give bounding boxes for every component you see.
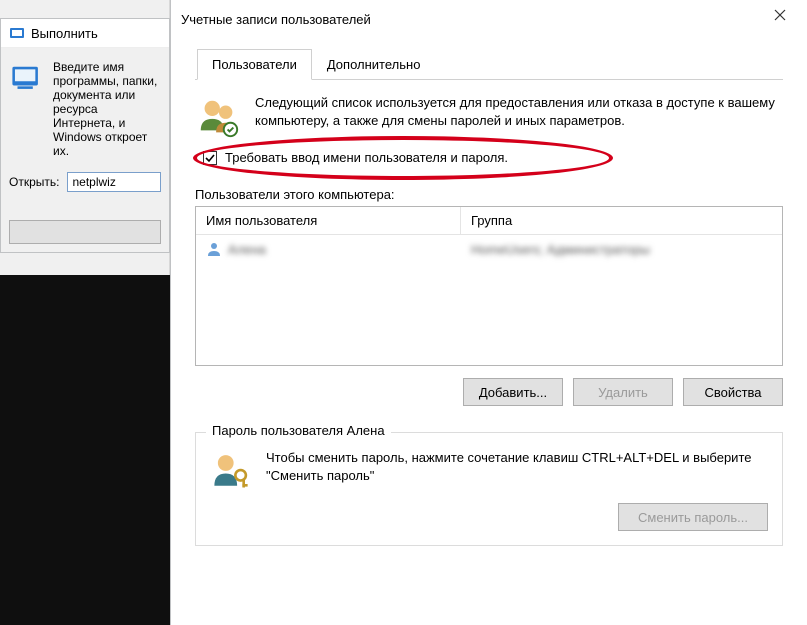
password-text: Чтобы сменить пароль, нажмите сочетание … — [266, 449, 768, 485]
run-open-input[interactable] — [67, 172, 161, 192]
password-groupbox-title: Пароль пользователя Алена — [206, 423, 391, 438]
user-accounts-titlebar: Учетные записи пользователей — [171, 0, 807, 38]
user-accounts-title: Учетные записи пользователей — [181, 12, 371, 27]
key-user-icon — [210, 449, 252, 491]
users-list-label: Пользователи этого компьютера: — [195, 187, 783, 202]
tab-users[interactable]: Пользователи — [197, 49, 312, 80]
run-icon-small — [9, 25, 25, 41]
require-login-checkbox[interactable] — [203, 151, 217, 165]
column-group[interactable]: Группа — [461, 207, 782, 234]
properties-button[interactable]: Свойства — [683, 378, 783, 406]
remove-button[interactable]: Удалить — [573, 378, 673, 406]
background-panel-dark — [0, 275, 170, 625]
close-icon — [774, 9, 786, 21]
info-text: Следующий список используется для предос… — [255, 94, 783, 140]
user-accounts-dialog: Учетные записи пользователей Пользовател… — [170, 0, 807, 625]
run-open-label: Открыть: — [9, 175, 59, 189]
table-row[interactable]: Алена HomeUsers; Администраторы — [196, 235, 782, 263]
users-buttons: Добавить... Удалить Свойства — [195, 378, 783, 406]
cell-group: HomeUsers; Администраторы — [471, 242, 650, 257]
column-username[interactable]: Имя пользователя — [196, 207, 461, 234]
users-icon — [195, 94, 241, 140]
change-password-button[interactable]: Сменить пароль... — [618, 503, 768, 531]
users-list[interactable]: Имя пользователя Группа Алена HomeUsers;… — [195, 206, 783, 366]
run-ok-button[interactable] — [9, 220, 161, 244]
tabs: Пользователи Дополнительно — [195, 48, 783, 80]
run-dialog: Выполнить Введите имя программы, папки, … — [0, 18, 170, 253]
run-description: Введите имя программы, папки, документа … — [53, 60, 161, 158]
tab-advanced[interactable]: Дополнительно — [312, 49, 436, 80]
add-button[interactable]: Добавить... — [463, 378, 563, 406]
run-dialog-title: Выполнить — [31, 26, 98, 41]
checkmark-icon — [205, 153, 215, 163]
require-login-row[interactable]: Требовать ввод имени пользователя и паро… — [203, 150, 783, 165]
close-button[interactable] — [757, 0, 803, 30]
users-list-header: Имя пользователя Группа — [196, 207, 782, 235]
password-groupbox: Пароль пользователя Алена Чтобы сменить … — [195, 432, 783, 546]
require-login-label: Требовать ввод имени пользователя и паро… — [225, 150, 508, 165]
run-dialog-titlebar: Выполнить — [1, 19, 169, 48]
run-program-icon — [9, 60, 43, 94]
cell-username: Алена — [228, 242, 266, 257]
user-icon — [206, 241, 222, 257]
